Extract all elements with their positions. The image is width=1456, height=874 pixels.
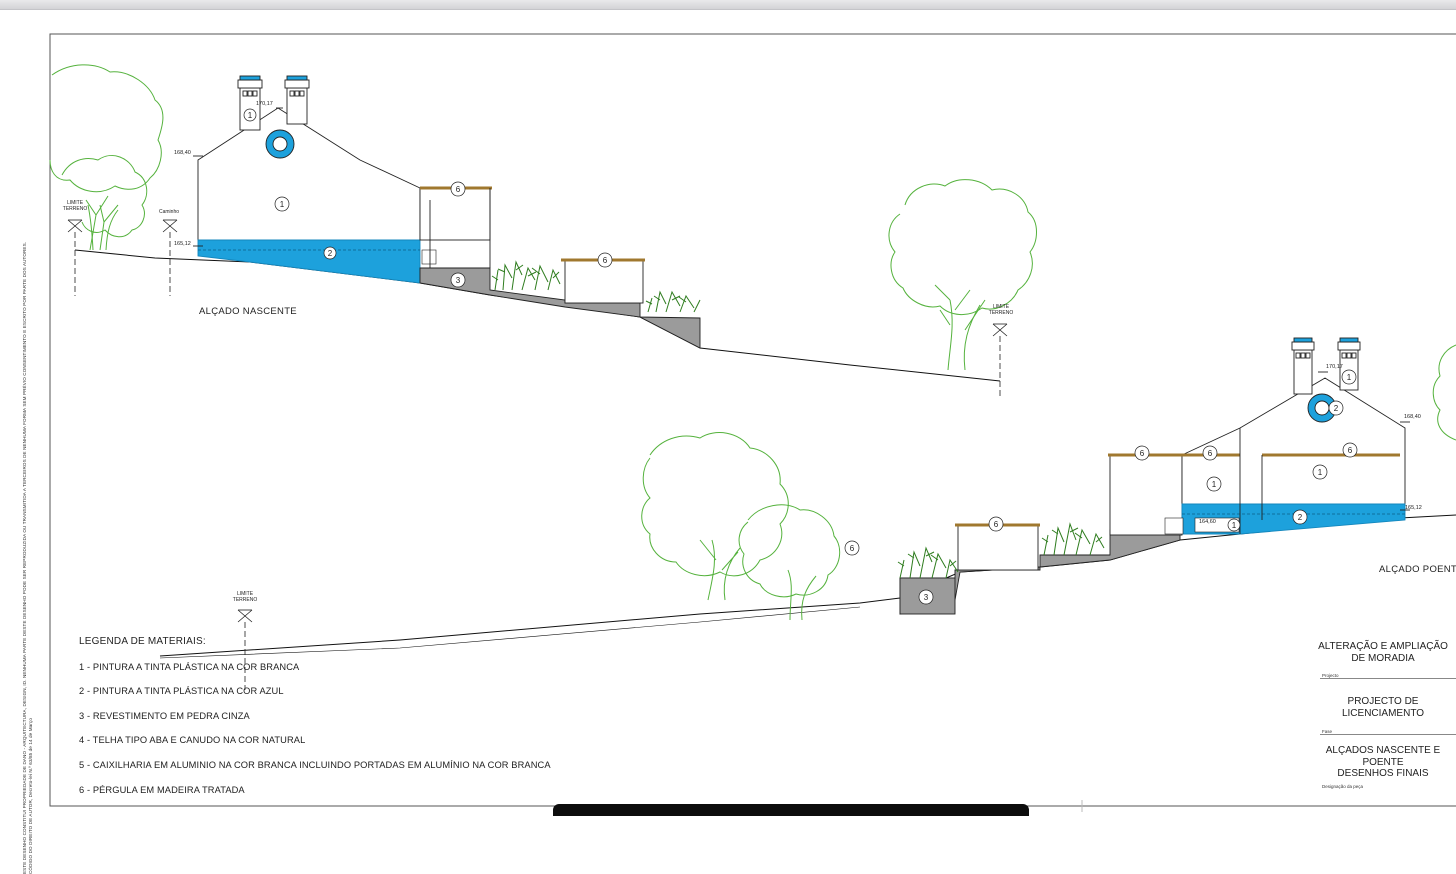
- piece-line3: DESENHOS FINAIS: [1337, 768, 1429, 779]
- east-elevation: 1 1 2 3 6 6: [49, 64, 1037, 398]
- svg-text:3: 3: [456, 276, 461, 285]
- tree-west-right: [1432, 344, 1456, 441]
- title-block-phase: PROJECTO DE LICENCIAMENTO: [1310, 696, 1456, 719]
- copyright-note: ESTE DESENHO CONSTITUI PROPRIEDADE DE DA…: [22, 74, 34, 874]
- east-right-limit-label: LIMITE TERRENO: [987, 304, 1015, 316]
- svg-text:1: 1: [1347, 373, 1352, 382]
- west-elevation-title: ALÇADO POENTE: [1379, 564, 1456, 575]
- west-elevation-step: 164,60: [1199, 519, 1216, 525]
- title-block-divider: [1320, 678, 1456, 679]
- tree-west-mid: [641, 432, 841, 621]
- legend-item-2: 2 - PINTURA A TINTA PLÁSTICA NA COR AZUL: [79, 686, 284, 696]
- title-block-divider: [1320, 734, 1456, 735]
- svg-text:1: 1: [1212, 480, 1217, 489]
- west-limit-label-line2: TERRENO: [232, 597, 258, 603]
- tree-left: [49, 64, 164, 251]
- svg-text:6: 6: [456, 185, 461, 194]
- west-ground-line: [159, 514, 1456, 657]
- east-limit-label-line2: TERRENO: [62, 206, 88, 212]
- copyright-note-line2: CÓDIGO DO DIREITO DE AUTOR, Decreto-lei …: [28, 718, 33, 874]
- tree-east-right: [888, 179, 1037, 371]
- svg-text:2: 2: [1298, 513, 1303, 522]
- east-elevation-title: ALÇADO NASCENTE: [199, 306, 297, 317]
- limit-marker-left: [67, 219, 83, 296]
- west-elevation: 1 2 6 6 6 1 1 1 2 6 3 6: [159, 337, 1456, 690]
- svg-text:6: 6: [994, 520, 999, 529]
- east-limit-label: LIMITE TERRENO: [61, 200, 89, 212]
- east-elevation-eave: 168,40: [174, 150, 191, 156]
- east-right-limit-label-line2: TERRENO: [988, 310, 1014, 316]
- svg-text:6: 6: [850, 544, 855, 553]
- west-house: [899, 337, 1410, 615]
- legend-item-5: 5 - CAIXILHARIA EM ALUMINIO NA COR BRANC…: [79, 760, 551, 770]
- svg-text:2: 2: [1334, 404, 1339, 413]
- svg-text:1: 1: [1318, 468, 1323, 477]
- limit-marker-east-right: [992, 323, 1008, 398]
- legend-item-4: 4 - TELHA TIPO ABA E CANUDO NA COR NATUR…: [79, 735, 306, 745]
- svg-text:3: 3: [924, 593, 929, 602]
- title-block-project: ALTERAÇÃO E AMPLIAÇÃO DE MORADIA: [1310, 641, 1456, 664]
- svg-text:6: 6: [1348, 446, 1353, 455]
- path-label: Caminho: [159, 209, 180, 215]
- bottom-overlay-bar: [553, 804, 1029, 816]
- svg-text:6: 6: [603, 256, 608, 265]
- west-elevation-top: 170,17: [1326, 364, 1343, 370]
- phase-caption: Fase: [1322, 729, 1333, 734]
- west-limit-label: LIMITE TERRENO: [231, 591, 259, 603]
- legend-title: LEGENDA DE MATERIAIS:: [79, 636, 206, 647]
- east-elevation-top: 170,17: [256, 101, 273, 107]
- phase-line2: LICENCIAMENTO: [1341, 707, 1425, 719]
- legend-item-3: 3 - REVESTIMENTO EM PEDRA CINZA: [79, 711, 250, 721]
- project-caption: Projecto: [1322, 673, 1339, 678]
- piece-line1: ALÇADOS NASCENTE E: [1325, 745, 1441, 756]
- title-block-piece: ALÇADOS NASCENTE E POENTE DESENHOS FINAI…: [1310, 745, 1456, 780]
- east-elevation-floor: 165,12: [174, 241, 191, 247]
- west-elevation-floor: 165,12: [1405, 505, 1422, 511]
- svg-text:6: 6: [1140, 449, 1145, 458]
- phase-line1: PROJECTO DE: [1347, 696, 1419, 707]
- legend-item-6: 6 - PÉRGULA EM MADEIRA TRATADA: [79, 785, 245, 795]
- svg-text:2: 2: [328, 249, 333, 258]
- svg-text:6: 6: [1208, 449, 1213, 458]
- project-line1: ALTERAÇÃO E AMPLIAÇÃO: [1318, 641, 1448, 652]
- svg-text:1: 1: [1232, 521, 1237, 530]
- legend-item-1: 1 - PINTURA A TINTA PLÁSTICA NA COR BRAN…: [79, 662, 300, 672]
- piece-line2: POENTE: [1362, 756, 1404, 768]
- west-elevation-eave: 168,40: [1404, 414, 1421, 420]
- svg-text:1: 1: [280, 200, 285, 209]
- piece-caption: Designação da peça: [1322, 784, 1364, 789]
- project-line2: DE MORADIA: [1351, 652, 1415, 664]
- svg-text:1: 1: [248, 111, 253, 120]
